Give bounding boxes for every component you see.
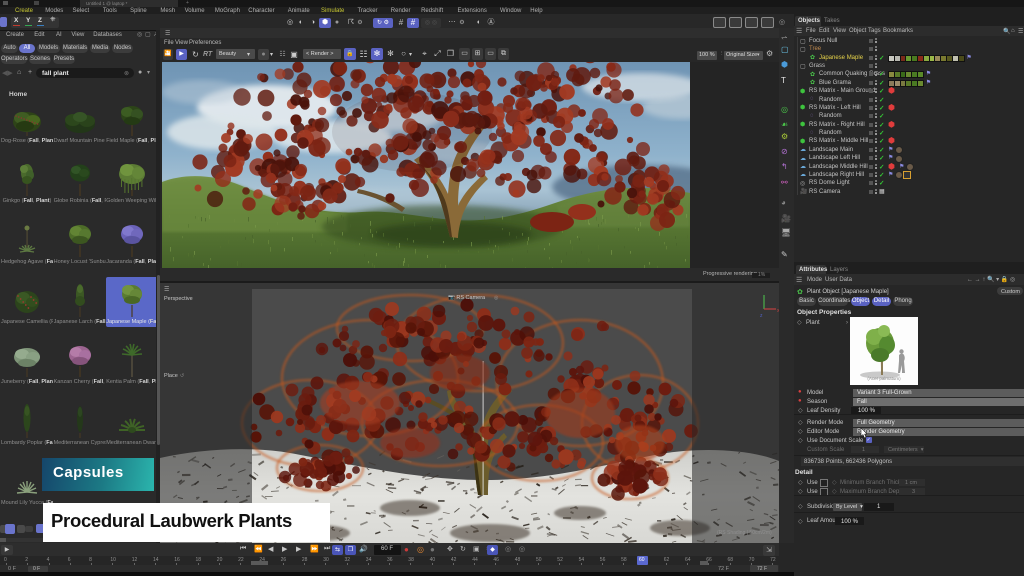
svg-text:(RS Shading | 50cm/2m): (RS Shading | 50cm/2m): [717, 530, 772, 536]
svg-text:↺: ↺: [180, 373, 184, 379]
svg-text:📷 RS Camera: 📷 RS Camera: [448, 295, 486, 301]
svg-text:(Acer palmatum): (Acer palmatum): [867, 376, 901, 381]
svg-text:Place: Place: [164, 373, 178, 379]
svg-text:Perspective: Perspective: [164, 296, 193, 302]
svg-text:☰: ☰: [164, 286, 169, 293]
svg-text:◎: ◎: [494, 295, 499, 301]
